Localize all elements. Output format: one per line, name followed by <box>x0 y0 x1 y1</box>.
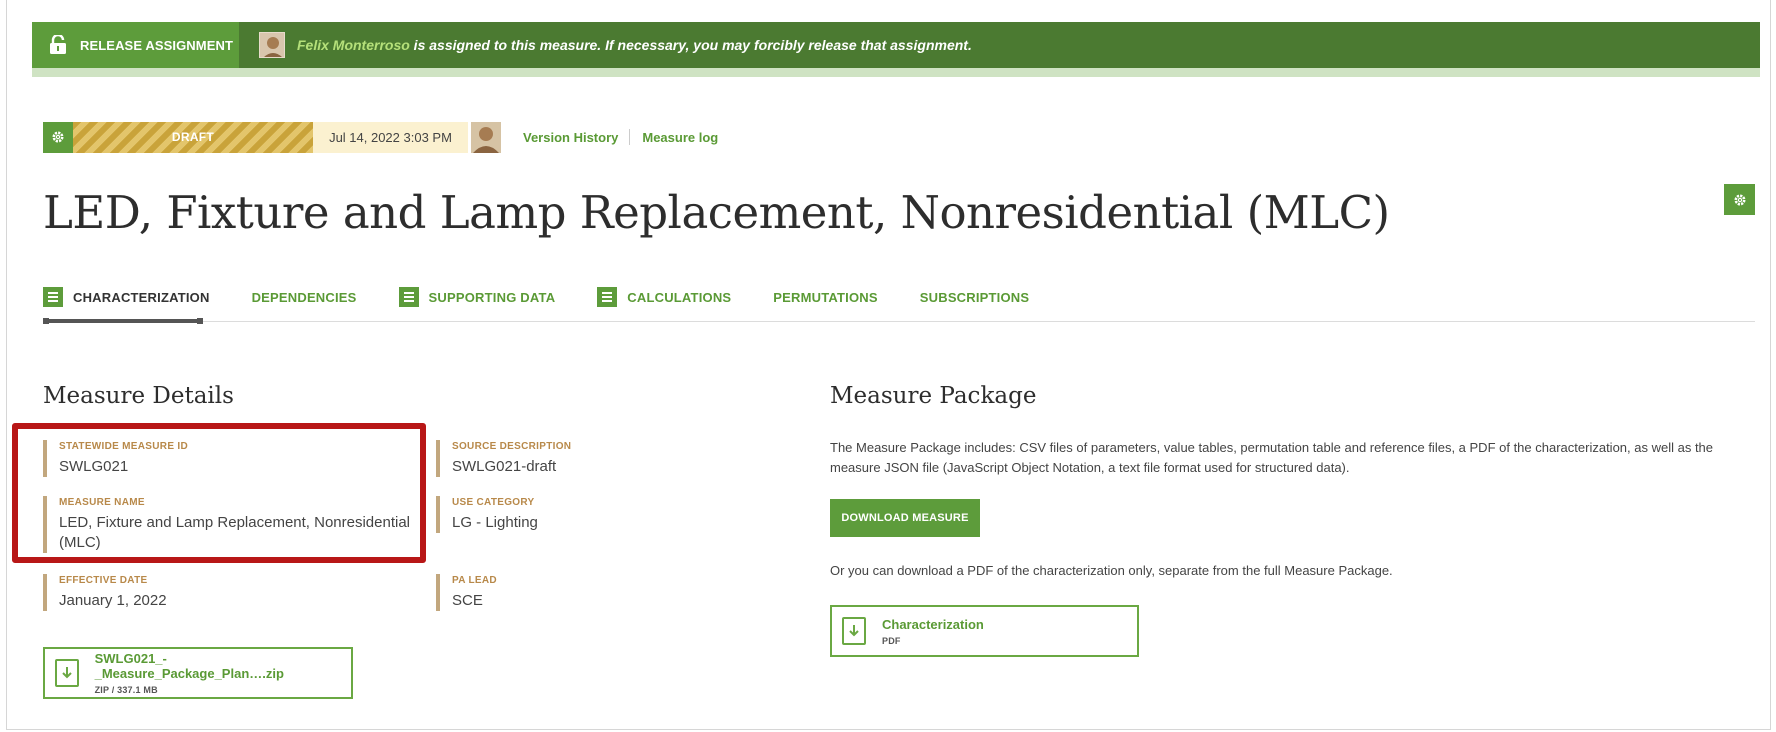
download-file-icon <box>842 617 866 645</box>
package-description: The Measure Package includes: CSV files … <box>830 438 1735 478</box>
measure-package-file[interactable]: SWLG021_-_Measure_Package_Plan….zip ZIP … <box>43 647 353 699</box>
assignment-text: is assigned to this measure. If necessar… <box>409 37 972 53</box>
measure-log-link[interactable]: Measure log <box>642 130 718 145</box>
status-badge: DRAFT <box>73 121 313 153</box>
source-description-field: SOURCE DESCRIPTION SWLG021-draft <box>436 440 736 477</box>
assignment-bar: RELEASE ASSIGNMENT Felix Monterroso is a… <box>32 22 1760 68</box>
field-value: January 1, 2022 <box>59 592 167 609</box>
field-value: SWLG021-draft <box>452 458 557 475</box>
package-alt-text: Or you can download a PDF of the charact… <box>830 563 1393 578</box>
field-value: LG - Lighting <box>452 514 538 531</box>
use-category-field: USE CATEGORY LG - Lighting <box>436 496 736 533</box>
avatar <box>471 121 501 153</box>
assignee-name[interactable]: Felix Monterroso <box>297 37 410 53</box>
file-name[interactable]: SWLG021_-_Measure_Package_Plan….zip <box>95 651 351 681</box>
file-info: Characterization PDF <box>882 617 984 646</box>
list-icon <box>43 287 63 307</box>
list-icon <box>597 287 618 307</box>
user-avatar-icon <box>471 121 501 153</box>
unlock-icon <box>50 35 66 54</box>
tab-label: DEPENDENCIES <box>251 289 357 305</box>
pa-lead-field: PA LEAD SCE <box>436 574 736 611</box>
tab-label: PERMUTATIONS <box>773 289 878 305</box>
user-avatar-icon <box>260 33 284 57</box>
tab-divider <box>43 321 1755 322</box>
page-settings-button[interactable] <box>1724 184 1755 215</box>
tab-dependencies[interactable]: DEPENDENCIES <box>252 290 357 305</box>
field-label: EFFECTIVE DATE <box>59 575 148 586</box>
download-file-icon <box>55 659 79 687</box>
gear-icon <box>52 131 64 143</box>
highlight-box <box>12 423 426 563</box>
tab-supporting-data[interactable]: SUPPORTING DATA <box>398 287 556 307</box>
page-title: LED, Fixture and Lamp Replacement, Nonre… <box>43 186 1390 239</box>
effective-date-field: EFFECTIVE DATE January 1, 2022 <box>43 574 423 611</box>
assignment-banner: RELEASE ASSIGNMENT Felix Monterroso is a… <box>32 22 1760 77</box>
tab-calculations[interactable]: CALCULATIONS <box>597 287 731 307</box>
file-info: SWLG021_-_Measure_Package_Plan….zip ZIP … <box>95 651 351 695</box>
release-assignment-label: RELEASE ASSIGNMENT <box>80 37 234 53</box>
version-history-link[interactable]: Version History <box>523 130 618 145</box>
file-name[interactable]: Characterization <box>882 617 984 632</box>
tab-label: CALCULATIONS <box>627 289 732 305</box>
tab-permutations[interactable]: PERMUTATIONS <box>773 290 877 305</box>
avatar <box>259 32 285 58</box>
description-line: The Measure Package includes: CSV files … <box>830 440 1714 455</box>
assignment-message: Felix Monterroso is assigned to this mea… <box>297 37 972 53</box>
characterization-pdf-file[interactable]: Characterization PDF <box>830 605 1139 657</box>
status-row: DRAFT Jul 14, 2022 3:03 PM Version Histo… <box>43 121 718 153</box>
file-meta: PDF <box>882 635 901 646</box>
download-measure-button[interactable]: DOWNLOAD MEASURE <box>830 499 980 537</box>
measure-package-title: Measure Package <box>830 383 1037 409</box>
field-label: PA LEAD <box>452 575 497 586</box>
divider <box>629 129 631 145</box>
tab-bar: CHARACTERIZATION DEPENDENCIES SUPPORTING… <box>43 286 1071 308</box>
description-line: measure JSON file (JavaScript Object Not… <box>830 460 1350 475</box>
tab-label: SUBSCRIPTIONS <box>919 289 1030 305</box>
tab-label: SUPPORTING DATA <box>428 289 556 305</box>
field-label: SOURCE DESCRIPTION <box>452 441 572 452</box>
release-assignment-button[interactable]: RELEASE ASSIGNMENT <box>32 22 239 68</box>
gear-icon <box>1734 194 1745 205</box>
list-icon <box>398 287 419 307</box>
tab-characterization[interactable]: CHARACTERIZATION <box>43 287 210 307</box>
file-meta: ZIP / 337.1 MB <box>94 685 158 695</box>
settings-button[interactable] <box>43 121 73 153</box>
field-value: SCE <box>452 592 483 609</box>
measure-details-title: Measure Details <box>43 383 234 409</box>
status-datetime: Jul 14, 2022 3:03 PM <box>313 121 468 153</box>
field-label: USE CATEGORY <box>452 497 535 508</box>
active-tab-indicator <box>43 318 203 324</box>
tab-label: CHARACTERIZATION <box>73 289 210 305</box>
tab-subscriptions[interactable]: SUBSCRIPTIONS <box>920 290 1030 305</box>
